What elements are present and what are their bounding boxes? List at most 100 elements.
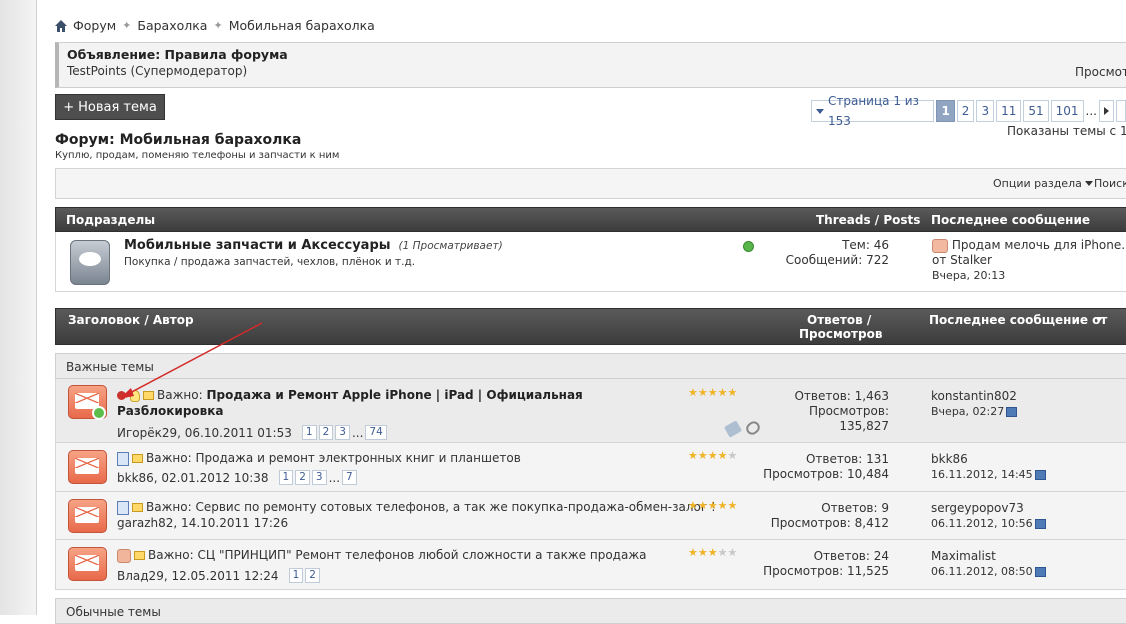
page-2[interactable]: 2 <box>956 100 975 122</box>
thread-views: 135,827 <box>839 419 889 433</box>
thread-last-user[interactable]: sergeypopov73 <box>931 501 1046 516</box>
thread-stats: Ответов: 131 Просмотров: 10,484 <box>746 452 889 482</box>
thumbs-icon <box>117 548 131 563</box>
thread-author[interactable]: Игорёк29, 06.10.2011 01:53 <box>117 426 292 440</box>
thread-author[interactable]: Влад29, 12.05.2011 12:24 <box>117 569 279 583</box>
page-menu-button[interactable]: Страница 1 из 153 <box>811 94 935 128</box>
mini-page[interactable]: 2 <box>305 568 320 583</box>
page-3[interactable]: 3 <box>976 100 995 122</box>
mini-page[interactable]: 2 <box>295 470 310 485</box>
breadcrumb-flea-market[interactable]: Барахолка <box>137 18 207 33</box>
go-to-last-icon[interactable] <box>1034 567 1046 577</box>
rss-status-icon[interactable] <box>743 241 754 252</box>
subforum-last-post: Продам мелочь для iPhone. от Stalker Вче… <box>932 238 1126 283</box>
star-filled-icon: ★ <box>688 499 698 512</box>
mini-page[interactable]: 1 <box>301 425 317 440</box>
star-filled-icon: ★ <box>707 449 718 462</box>
thread-stats: Ответов: 1,463 Просмотров: 135,827 <box>746 389 889 434</box>
next-page-button[interactable] <box>1099 100 1114 122</box>
thumbs-icon <box>932 238 948 253</box>
thread-title[interactable]: Продажа и ремонт электронных книг и план… <box>195 451 520 465</box>
announcement-title[interactable]: Объявление: Правила форума <box>67 47 1121 62</box>
thread-author[interactable]: bkk86, 02.01.2012 10:38 <box>117 471 269 485</box>
section-options-menu[interactable]: Опции раздела <box>993 177 1093 190</box>
page-1[interactable]: 1 <box>936 100 955 122</box>
thread-prefix: Важно: <box>148 548 194 562</box>
new-thread-label: Новая тема <box>78 99 157 115</box>
thread-title-continuation[interactable]: Разблокировка <box>117 404 224 418</box>
threads-header: Заголовок / Автор Ответов / Просмотров П… <box>55 308 1126 345</box>
thread-replies: Ответов: 131 <box>805 452 889 466</box>
thread-last-user[interactable]: Maximalist <box>931 549 1046 564</box>
replies-header[interactable]: Ответов / <box>807 313 871 327</box>
forum-description: Куплю, продам, поменяю телефоны и запчас… <box>55 150 340 161</box>
mini-page[interactable]: 1 <box>278 470 294 485</box>
page-11[interactable]: 11 <box>996 100 1022 122</box>
document-icon <box>117 451 129 466</box>
home-icon[interactable] <box>55 19 67 32</box>
thread-title-author-header[interactable]: Заголовок / Автор <box>68 313 194 327</box>
thread-replies: Ответов: 9 <box>821 501 889 515</box>
last-page-button[interactable] <box>1116 100 1126 122</box>
mini-page[interactable]: 2 <box>318 425 334 440</box>
announcement-author[interactable]: TestPoints (Супермодератор) <box>67 64 1121 78</box>
views-header[interactable]: Просмотров <box>799 327 882 341</box>
subforums-header: Подразделы Threads / Posts Последнее соо… <box>55 207 1126 232</box>
star-empty-icon: ★ <box>727 546 738 559</box>
mini-page[interactable]: 74 <box>365 425 387 440</box>
breadcrumb-forum[interactable]: Форум <box>73 18 116 33</box>
go-to-last-icon[interactable] <box>1034 519 1046 529</box>
sticky-icon <box>143 391 154 400</box>
go-to-last-icon[interactable] <box>1006 407 1018 417</box>
star-filled-icon: ★ <box>727 386 738 399</box>
tag-icon[interactable] <box>723 420 743 438</box>
section-options-label: Опции раздела <box>993 177 1082 190</box>
thread-last-post: bkk86 16.11.2012, 14:45 <box>931 452 1046 482</box>
subforum-name-wrap: Мобильные запчасти и Аксессуары (1 Просма… <box>124 238 503 253</box>
sticky-icon <box>132 503 143 512</box>
rating-stars: ★★★★★ <box>688 499 737 512</box>
subforum-name[interactable]: Мобильные запчасти и Аксессуары <box>124 238 391 253</box>
page-101[interactable]: 101 <box>1050 100 1084 122</box>
star-filled-icon: ★ <box>707 546 718 559</box>
thread-stats: Ответов: 9 Просмотров: 8,412 <box>746 501 889 531</box>
subscribed-badge-icon <box>92 406 106 420</box>
thread-title-cont: Разблокировка <box>117 404 224 418</box>
thread-last-user[interactable]: bkk86 <box>931 452 1046 467</box>
go-to-last-icon[interactable] <box>1034 470 1046 480</box>
mini-page[interactable]: 3 <box>335 425 350 440</box>
last-post-by-header[interactable]: Последнее сообщение от <box>929 313 1107 327</box>
new-thread-button[interactable]: + Новая тема <box>55 94 165 120</box>
star-empty-icon: ★ <box>717 546 728 559</box>
important-threads-section: Важные темы <box>55 353 1126 379</box>
breadcrumb-mobile-market[interactable]: Мобильная барахолка <box>229 18 375 33</box>
mini-page[interactable]: 7 <box>342 470 357 485</box>
mini-page[interactable]: 3 <box>311 470 327 485</box>
thread-title-line: Важно: Продажа и ремонт электронных книг… <box>117 451 521 466</box>
page-ellipsis: ... <box>1085 104 1097 118</box>
caret-down-icon <box>816 108 824 114</box>
search-menu[interactable]: Поиск <box>1094 177 1126 190</box>
announcement-bar: Объявление: Правила форума TestPoints (С… <box>55 42 1126 88</box>
thread-last-user[interactable]: konstantin802 <box>931 389 1017 404</box>
page-51[interactable]: 51 <box>1023 100 1049 122</box>
thread-title[interactable]: Сервис по ремонту сотовых телефонов, а т… <box>195 500 715 514</box>
thread-row: Важно: Продажа и ремонт электронных книг… <box>55 443 1126 492</box>
thread-author-line: garazh82, 14.10.2011 17:26 <box>117 516 288 530</box>
thread-row: Важно: Сервис по ремонту сотовых телефон… <box>55 492 1126 540</box>
thread-last-post: konstantin802 Вчера, 02:27 <box>931 389 1018 419</box>
thread-last-time: 06.11.2012, 10:56 <box>931 517 1033 530</box>
thread-title[interactable]: СЦ "ПРИНЦИП" Ремонт телефонов любой слож… <box>197 548 646 562</box>
page-label: Страница 1 из 153 <box>828 94 919 128</box>
arrow-right-icon <box>1104 107 1109 115</box>
rating-stars: ★★★★★ <box>688 546 737 559</box>
subforum-last-by[interactable]: от Stalker <box>932 253 1126 268</box>
mini-page[interactable]: 1 <box>288 568 304 583</box>
thread-title[interactable]: Продажа и Ремонт Apple iPhone | iPad | О… <box>206 388 582 402</box>
subforum-last-title[interactable]: Продам мелочь для iPhone. <box>952 238 1125 252</box>
star-filled-icon: ★ <box>697 449 708 462</box>
star-filled-icon: ★ <box>707 499 718 512</box>
thread-author[interactable]: garazh82, 14.10.2011 17:26 <box>117 516 288 530</box>
mini-page-ellipsis: ... <box>351 425 364 440</box>
thread-views: Просмотров: 11,525 <box>763 564 889 578</box>
